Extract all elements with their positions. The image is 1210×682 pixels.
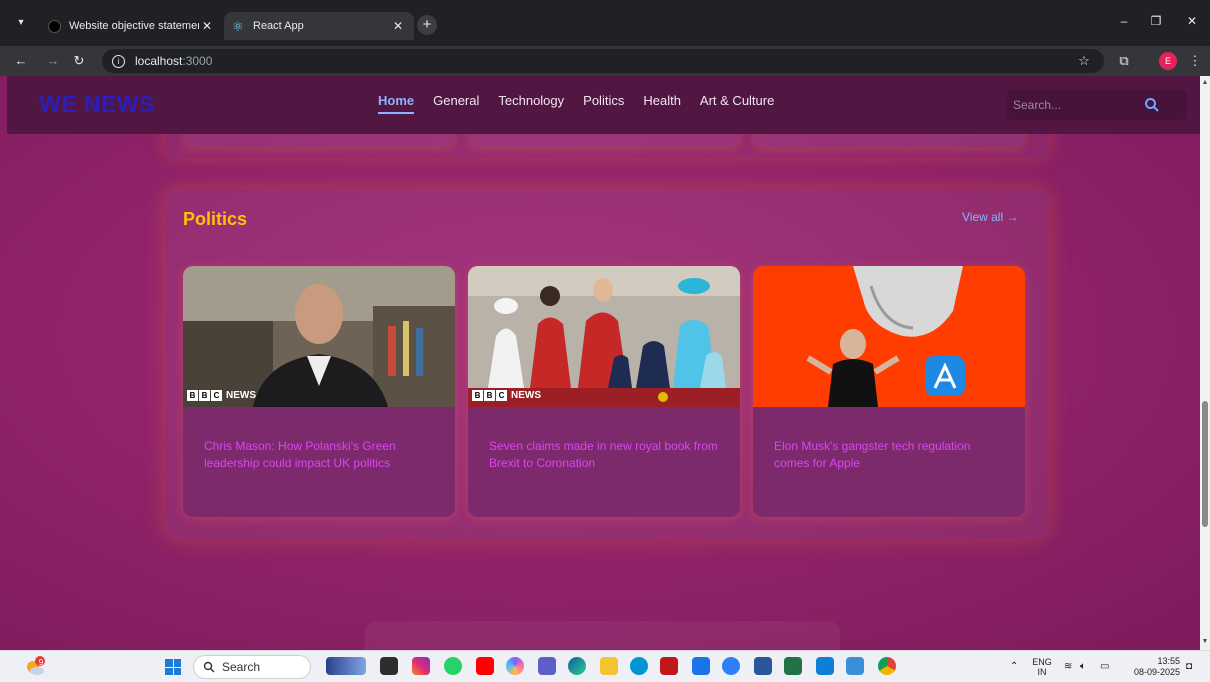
store-icon[interactable] bbox=[692, 657, 710, 675]
site-info-icon[interactable]: i bbox=[112, 54, 125, 68]
politics-section: Politics View all → BBC NEWS Chris Mason… bbox=[165, 189, 1048, 539]
vscode-icon[interactable] bbox=[816, 657, 834, 675]
react-favicon-icon: ⚛ bbox=[232, 18, 244, 34]
article-headline[interactable]: Chris Mason: How Polanski's Green leader… bbox=[204, 438, 436, 472]
restore-icon[interactable]: ❐ bbox=[1146, 14, 1166, 28]
close-icon[interactable]: ✕ bbox=[199, 19, 215, 33]
clock-time[interactable]: 13:55 bbox=[1120, 656, 1180, 666]
word-icon[interactable] bbox=[754, 657, 772, 675]
scroll-up-icon[interactable]: ▲ bbox=[1201, 79, 1209, 86]
bookmark-star-icon[interactable]: ☆ bbox=[1075, 52, 1093, 70]
forward-arrow-icon[interactable]: → bbox=[44, 52, 62, 70]
site-logo[interactable]: WE NEWS bbox=[39, 91, 155, 118]
scroll-down-icon[interactable]: ▼ bbox=[1201, 638, 1209, 645]
search-icon[interactable] bbox=[1144, 97, 1160, 113]
tray-overflow-chevron-icon[interactable]: ⌃ bbox=[1010, 661, 1018, 672]
scrollbar-thumb[interactable] bbox=[1202, 401, 1208, 527]
tab-favicon-icon bbox=[48, 19, 61, 33]
article-card[interactable]: BBC NEWS Chris Mason: How Polanski's Gre… bbox=[183, 266, 455, 517]
page-scrollbar[interactable]: ▲ ▼ bbox=[1200, 76, 1210, 650]
tab-title: React App bbox=[253, 20, 304, 32]
bbc-news-badge: BBC NEWS bbox=[472, 390, 541, 401]
article-headline[interactable]: Seven claims made in new royal book from… bbox=[489, 438, 721, 472]
taskbar-search-label: Search bbox=[222, 660, 261, 674]
photos-icon[interactable] bbox=[846, 657, 864, 675]
reload-icon[interactable]: ↻ bbox=[70, 52, 88, 70]
page-viewport: Politics View all → BBC NEWS Chris Mason… bbox=[0, 76, 1200, 650]
clock-date[interactable]: 08-09-2025 bbox=[1120, 667, 1180, 677]
teams-icon[interactable] bbox=[538, 657, 556, 675]
instagram-icon[interactable] bbox=[412, 657, 430, 675]
edge-icon[interactable] bbox=[568, 657, 586, 675]
extensions-puzzle-icon[interactable]: ⧉ bbox=[1115, 52, 1133, 70]
tab-search-chevron-icon[interactable]: ▾ bbox=[12, 14, 30, 32]
nav-home[interactable]: Home bbox=[378, 93, 415, 114]
bbc-news-badge: BBC NEWS bbox=[187, 390, 256, 401]
windows-start-icon[interactable] bbox=[165, 659, 181, 675]
profile-avatar[interactable]: E bbox=[1159, 52, 1177, 70]
browser-tab-website-objective[interactable]: Website objective statement ✕ bbox=[38, 12, 223, 40]
notification-bell-icon[interactable]: ◘ bbox=[1186, 661, 1192, 672]
view-all-link[interactable]: View all → bbox=[962, 210, 1018, 224]
tab-title: Website objective statement bbox=[69, 20, 199, 32]
youtube-icon[interactable] bbox=[476, 657, 494, 675]
copilot-icon[interactable] bbox=[506, 657, 524, 675]
file-explorer-icon[interactable] bbox=[600, 657, 618, 675]
whatsapp-icon[interactable] bbox=[444, 657, 462, 675]
site-search bbox=[1007, 90, 1187, 120]
taskbar-search[interactable]: Search bbox=[193, 655, 311, 679]
section-title: Politics bbox=[183, 209, 248, 229]
article-image bbox=[753, 266, 1025, 407]
mcafee-icon[interactable] bbox=[660, 657, 678, 675]
battery-icon[interactable]: ▭ bbox=[1100, 661, 1109, 672]
browser-toolbar: ← → ↻ i localhost:3000 ☆ ⧉ ⋮ bbox=[0, 46, 1210, 76]
close-icon[interactable]: ✕ bbox=[390, 19, 406, 33]
main-menu: Home General Technology Politics Health … bbox=[378, 93, 774, 114]
search-icon bbox=[203, 661, 215, 673]
nav-health[interactable]: Health bbox=[643, 93, 681, 108]
article-card[interactable]: Elon Musk's gangster tech regulation com… bbox=[753, 266, 1025, 517]
nav-technology[interactable]: Technology bbox=[498, 93, 564, 108]
article-headline[interactable]: Elon Musk's gangster tech regulation com… bbox=[774, 438, 1006, 472]
site-navbar: WE NEWS Home General Technology Politics… bbox=[7, 76, 1200, 134]
volume-icon[interactable]: 🔈︎ bbox=[1080, 661, 1086, 672]
browser-tab-strip: ▾ Website objective statement ✕ ⚛ React … bbox=[0, 0, 1210, 46]
language-bottom[interactable]: IN bbox=[1031, 667, 1053, 677]
article-image: BBC NEWS bbox=[183, 266, 455, 407]
article-card[interactable]: BBC NEWS Seven claims made in new royal … bbox=[468, 266, 740, 517]
language-top[interactable]: ENG bbox=[1031, 657, 1053, 667]
chrome-icon[interactable] bbox=[878, 657, 896, 675]
new-tab-plus-icon[interactable]: + bbox=[417, 15, 437, 35]
wifi-icon[interactable]: ≋ bbox=[1064, 661, 1072, 672]
article-image: BBC NEWS bbox=[468, 266, 740, 407]
notification-count: 9 bbox=[38, 658, 44, 667]
windows-taskbar: 9 Search ⌃ ENG IN ≋ 🔈︎ ▭ 13:55 08-09-202… bbox=[0, 650, 1210, 682]
search-input[interactable] bbox=[1007, 90, 1137, 120]
window-close-icon[interactable]: ✕ bbox=[1182, 14, 1202, 28]
browser-tab-react-app[interactable]: ⚛ React App ✕ bbox=[224, 12, 414, 40]
nav-general[interactable]: General bbox=[433, 93, 479, 108]
chat-app-icon[interactable] bbox=[722, 657, 740, 675]
back-arrow-icon[interactable]: ← bbox=[12, 52, 30, 70]
nav-politics[interactable]: Politics bbox=[583, 93, 624, 108]
url-host: localhost bbox=[135, 54, 183, 68]
hp-icon[interactable] bbox=[630, 657, 648, 675]
next-section-top bbox=[365, 621, 840, 650]
nav-art-culture[interactable]: Art & Culture bbox=[700, 93, 774, 108]
url-port: :3000 bbox=[182, 54, 213, 68]
browser-menu-icon[interactable]: ⋮ bbox=[1186, 52, 1204, 70]
task-view-icon[interactable] bbox=[380, 657, 398, 675]
widget-art-icon[interactable] bbox=[326, 657, 366, 675]
address-bar[interactable]: i localhost:3000 bbox=[102, 49, 1104, 73]
minimize-icon[interactable]: – bbox=[1114, 14, 1134, 28]
excel-icon[interactable] bbox=[784, 657, 802, 675]
